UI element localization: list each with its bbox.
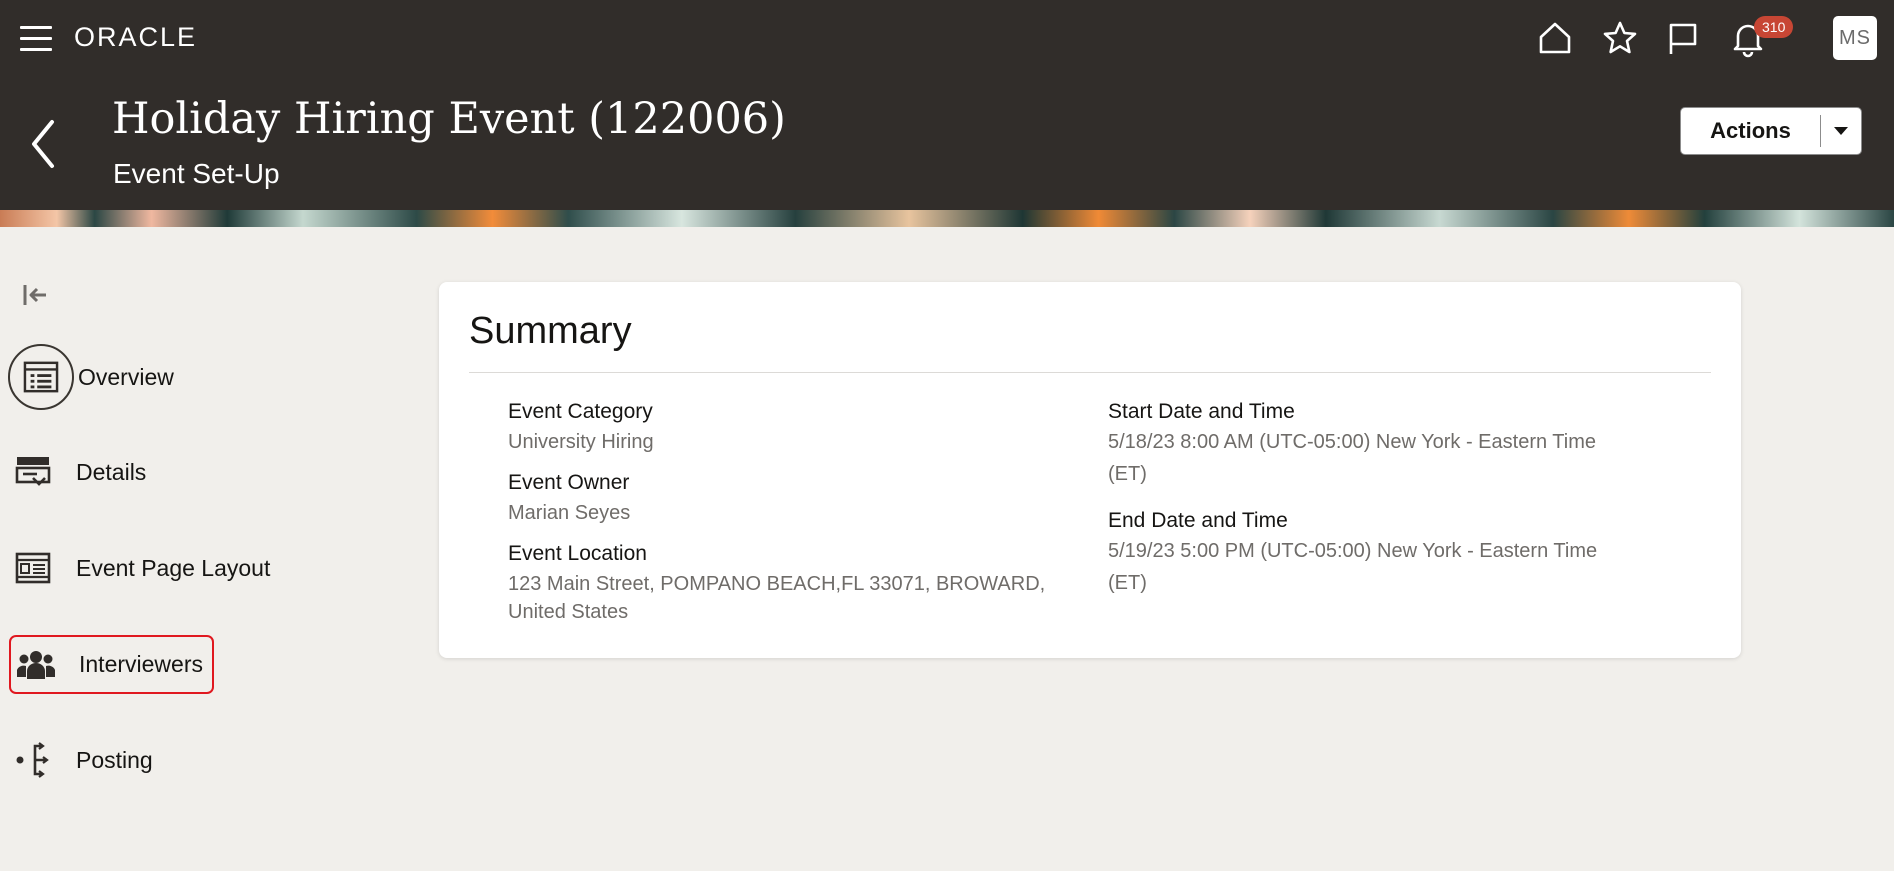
collapse-panel-icon[interactable]	[22, 281, 52, 309]
end-date-value-line2: (ET)	[1108, 572, 1147, 594]
oracle-logo: ORACLE	[74, 22, 198, 52]
interviewers-group-icon	[11, 649, 61, 681]
page-subtitle: Event Set-Up	[113, 158, 280, 189]
overview-list-icon	[8, 344, 74, 410]
summary-divider	[469, 372, 1711, 373]
page-layout-icon	[8, 550, 58, 586]
menu-icon[interactable]	[20, 26, 52, 52]
event-owner-field: Event Owner Marian Seyes	[508, 468, 630, 528]
start-date-label: Start Date and Time	[1108, 400, 1295, 423]
event-location-value-line1: 123 Main Street, POMPANO BEACH,FL 33071,…	[508, 573, 1046, 595]
sidebar-item-label: Details	[76, 458, 147, 485]
event-location-field: Event Location 123 Main Street, POMPANO …	[508, 539, 1045, 627]
sidebar-item-details[interactable]: Details	[8, 454, 146, 490]
actions-menu-button[interactable]: Actions	[1680, 107, 1862, 155]
notification-count-badge: 310	[1754, 16, 1794, 38]
event-location-label: Event Location	[508, 542, 647, 565]
sidebar-item-label: Posting	[76, 746, 153, 773]
event-category-field: Event Category University Hiring	[508, 397, 654, 457]
end-date-field: End Date and Time 5/19/23 5:00 PM (UTC-0…	[1108, 506, 1597, 598]
start-date-field: Start Date and Time 5/18/23 8:00 AM (UTC…	[1108, 397, 1596, 489]
start-date-value-line1: 5/18/23 8:00 AM (UTC-05:00) New York - E…	[1108, 431, 1596, 453]
global-header: ORACLE 310 MS	[0, 0, 1894, 76]
sidebar-item-posting[interactable]: Posting	[8, 742, 153, 778]
details-icon	[8, 454, 58, 490]
event-location-value-line2: United States	[508, 601, 629, 623]
page-title: Holiday Hiring Event (122006)	[112, 94, 786, 144]
sidebar-item-label: Overview	[78, 363, 174, 390]
back-arrow-icon[interactable]	[24, 116, 64, 172]
sidebar-item-overview[interactable]: Overview	[8, 344, 174, 410]
page-header: Holiday Hiring Event (122006) Event Set-…	[0, 76, 1894, 210]
start-date-value-line2: (ET)	[1108, 463, 1147, 485]
event-owner-value: Marian Seyes	[508, 502, 631, 524]
end-date-value-line1: 5/19/23 5:00 PM (UTC-05:00) New York - E…	[1108, 540, 1598, 562]
user-avatar[interactable]: MS	[1833, 16, 1877, 60]
end-date-label: End Date and Time	[1108, 509, 1288, 532]
posting-icon	[8, 742, 58, 778]
summary-card: Summary Event Category University Hiring…	[439, 282, 1741, 658]
sidebar-item-interviewers[interactable]: Interviewers	[9, 635, 214, 694]
flag-icon[interactable]	[1663, 18, 1703, 58]
sidebar-item-label: Event Page Layout	[76, 554, 271, 581]
actions-button-label[interactable]: Actions	[1681, 115, 1821, 147]
event-category-label: Event Category	[508, 400, 653, 423]
sidebar-item-label: Interviewers	[79, 651, 203, 677]
sidebar-item-event-page-layout[interactable]: Event Page Layout	[8, 550, 270, 586]
event-owner-label: Event Owner	[508, 471, 630, 494]
decorative-banner-strip	[0, 210, 1894, 227]
summary-title: Summary	[469, 310, 632, 352]
event-category-value: University Hiring	[508, 431, 654, 453]
favorites-star-icon[interactable]	[1600, 18, 1640, 58]
home-icon[interactable]	[1535, 18, 1575, 58]
chevron-down-icon[interactable]	[1821, 125, 1861, 137]
